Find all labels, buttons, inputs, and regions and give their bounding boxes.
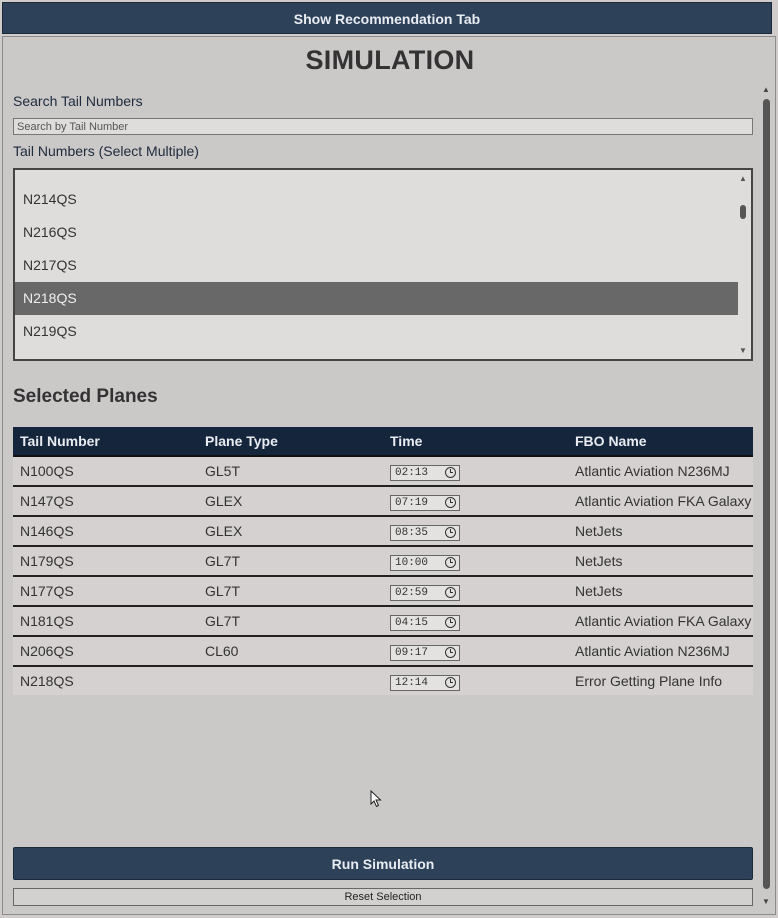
clock-icon[interactable] [445, 526, 456, 538]
scroll-up-icon[interactable]: ▲ [762, 85, 770, 94]
table-row: N177QS GL7T 02:59 NetJets [13, 576, 753, 607]
table-header-row: Tail Number Plane Type Time FBO Name [13, 427, 753, 457]
column-header-fbo: FBO Name [568, 427, 753, 457]
table-row: N206QS CL60 09:17 Atlantic Aviation N236MJ [13, 636, 753, 667]
table-row: N147QS GLEX 07:19 Atlantic Aviation FKA Gal… [13, 486, 753, 517]
cell-time: 07:19 [383, 486, 568, 517]
cell-fbo-name: Atlantic Aviation N236MJ [568, 636, 753, 667]
cell-time: 10:00 [383, 546, 568, 577]
cell-plane-type: GL5T [198, 456, 383, 487]
cell-tail-number: N177QS [13, 576, 198, 607]
scroll-up-icon[interactable]: ▲ [739, 174, 747, 183]
clock-icon[interactable] [445, 676, 456, 688]
cell-fbo-name: Error Getting Plane Info [568, 666, 753, 695]
table-row: N181QS GL7T 04:15 Atlantic Aviation FKA Gal… [13, 606, 753, 637]
clock-icon[interactable] [445, 556, 456, 568]
cell-fbo-name: NetJets [568, 516, 753, 547]
time-input[interactable]: 02:13 [390, 464, 460, 481]
cell-tail-number: N100QS [13, 456, 198, 487]
column-header-type: Plane Type [198, 427, 383, 457]
cell-time: 04:15 [383, 606, 568, 637]
tail-numbers-listbox[interactable]: N212QS N214QS N216QS N217QS N218QS N219Q… [13, 168, 753, 361]
cell-plane-type: GLEX [198, 516, 383, 547]
cell-tail-number: N218QS [13, 666, 198, 695]
list-item-selected[interactable]: N218QS [15, 282, 738, 315]
cell-fbo-name: Atlantic Aviation FKA Galaxy [568, 486, 753, 517]
scroll-down-icon[interactable]: ▼ [762, 897, 770, 906]
cell-time: 08:35 [383, 516, 568, 547]
table-row: N100QS GL5T 02:13 Atlantic Aviation N236MJ [13, 456, 753, 487]
clock-icon[interactable] [445, 616, 456, 628]
time-value: 12:14 [395, 676, 429, 689]
time-input[interactable]: 04:15 [390, 614, 460, 631]
cell-fbo-name: NetJets [568, 576, 753, 607]
time-input[interactable]: 07:19 [390, 494, 460, 511]
cell-tail-number: N181QS [13, 606, 198, 637]
time-input[interactable]: 09:17 [390, 644, 460, 661]
list-item[interactable]: N217QS [15, 249, 738, 282]
column-header-tail: Tail Number [13, 427, 198, 457]
time-value: 10:00 [395, 556, 429, 569]
selected-planes-heading: Selected Planes [13, 386, 158, 407]
reset-selection-button[interactable]: Reset Selection [13, 888, 753, 906]
page-title: SIMULATION [305, 45, 475, 75]
cell-fbo-name: NetJets [568, 546, 753, 577]
list-item[interactable]: N219QS [15, 315, 738, 348]
page-scroll-thumb[interactable] [763, 99, 770, 889]
mouse-cursor-icon [370, 790, 382, 808]
list-scrollbar[interactable]: ▲ ▼ [737, 170, 751, 359]
time-input[interactable]: 08:35 [390, 524, 460, 541]
simulation-panel: SIMULATION Search Tail Numbers Tail Numb… [2, 36, 776, 915]
time-input[interactable]: 12:14 [390, 674, 460, 691]
cell-plane-type [198, 666, 383, 695]
time-value: 07:19 [395, 496, 429, 509]
cell-fbo-name: Atlantic Aviation N236MJ [568, 456, 753, 487]
cell-time: 12:14 [383, 666, 568, 695]
page-scrollbar[interactable]: ▲ ▼ [760, 85, 772, 910]
list-item[interactable]: N216QS [15, 216, 738, 249]
show-recommendation-tab-button[interactable]: Show Recommendation Tab [2, 2, 772, 34]
clock-icon[interactable] [445, 466, 456, 478]
clock-icon[interactable] [445, 496, 456, 508]
cell-plane-type: GL7T [198, 546, 383, 577]
cell-time: 02:59 [383, 576, 568, 607]
table-row: N218QS 12:14 Error Getting Plane Info [13, 666, 753, 695]
table-row: N146QS GLEX 08:35 NetJets [13, 516, 753, 547]
run-simulation-button[interactable]: Run Simulation [13, 847, 753, 880]
time-value: 09:17 [395, 646, 429, 659]
cell-plane-type: GLEX [198, 486, 383, 517]
cell-plane-type: CL60 [198, 636, 383, 667]
selected-planes-table: Tail Number Plane Type Time FBO Name N10… [13, 427, 753, 695]
cell-fbo-name: Atlantic Aviation FKA Galaxy [568, 606, 753, 637]
list-item[interactable]: N220QS [15, 348, 738, 359]
time-value: 02:59 [395, 586, 429, 599]
time-value: 08:35 [395, 526, 429, 539]
cell-plane-type: GL7T [198, 576, 383, 607]
column-header-time: Time [383, 427, 568, 457]
cell-tail-number: N179QS [13, 546, 198, 577]
tail-numbers-label: Tail Numbers (Select Multiple) [13, 143, 199, 159]
list-item[interactable]: N212QS [15, 170, 738, 179]
clock-icon[interactable] [445, 646, 456, 658]
search-label: Search Tail Numbers [13, 93, 143, 109]
list-scroll-thumb[interactable] [740, 205, 746, 219]
scroll-down-icon[interactable]: ▼ [739, 346, 747, 355]
time-input[interactable]: 10:00 [390, 554, 460, 571]
cell-tail-number: N147QS [13, 486, 198, 517]
cell-time: 09:17 [383, 636, 568, 667]
list-item[interactable]: N214QS [15, 183, 738, 216]
clock-icon[interactable] [445, 586, 456, 598]
cell-tail-number: N146QS [13, 516, 198, 547]
cell-tail-number: N206QS [13, 636, 198, 667]
search-input[interactable] [13, 118, 753, 135]
time-value: 02:13 [395, 466, 429, 479]
time-value: 04:15 [395, 616, 429, 629]
table-row: N179QS GL7T 10:00 NetJets [13, 546, 753, 577]
time-input[interactable]: 02:59 [390, 584, 460, 601]
cell-plane-type: GL7T [198, 606, 383, 637]
cell-time: 02:13 [383, 456, 568, 487]
